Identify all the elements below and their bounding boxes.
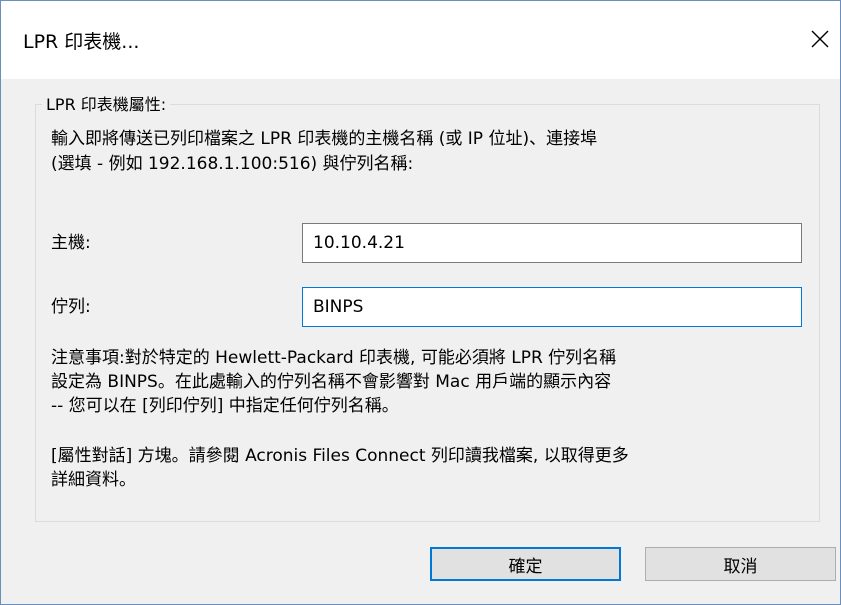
host-input[interactable]: [302, 223, 802, 263]
instruction-text-line1: 輸入即將傳送已列印檔案之 LPR 印表機的主機名稱 (或 IP 位址)、連接埠: [51, 129, 598, 149]
instruction-text-line2: (選填 - 例如 192.168.1.100:516) 與佇列名稱:: [51, 154, 414, 174]
title-bar: LPR 印表機...: [1, 1, 840, 79]
info-text-line2: 詳細資料。: [51, 470, 136, 490]
queue-label: 佇列:: [51, 297, 91, 317]
note-text-line3: -- 您可以在 [列印佇列] 中指定任何佇列名稱。: [51, 396, 399, 416]
queue-input[interactable]: [302, 287, 802, 327]
cancel-button[interactable]: 取消: [645, 547, 836, 581]
info-text-line1: [屬性對話] 方塊。請參閱 Acronis Files Connect 列印讀我…: [51, 446, 629, 466]
window-title: LPR 印表機...: [23, 31, 140, 53]
host-label: 主機:: [51, 233, 91, 253]
note-text-line1: 注意事項:對於特定的 Hewlett-Packard 印表機, 可能必須將 LP…: [51, 348, 617, 368]
group-legend: LPR 印表機屬性:: [42, 91, 171, 115]
close-icon: [811, 30, 829, 48]
ok-button[interactable]: 確定: [430, 547, 621, 581]
note-text-line2: 設定為 BINPS。在此處輸入的佇列名稱不會影響對 Mac 用戶端的顯示內容: [51, 372, 612, 392]
lpr-printer-dialog: LPR 印表機... LPR 印表機屬性: 輸入即將傳送已列印檔案之 LPR 印…: [0, 0, 841, 605]
close-button[interactable]: [802, 21, 838, 57]
